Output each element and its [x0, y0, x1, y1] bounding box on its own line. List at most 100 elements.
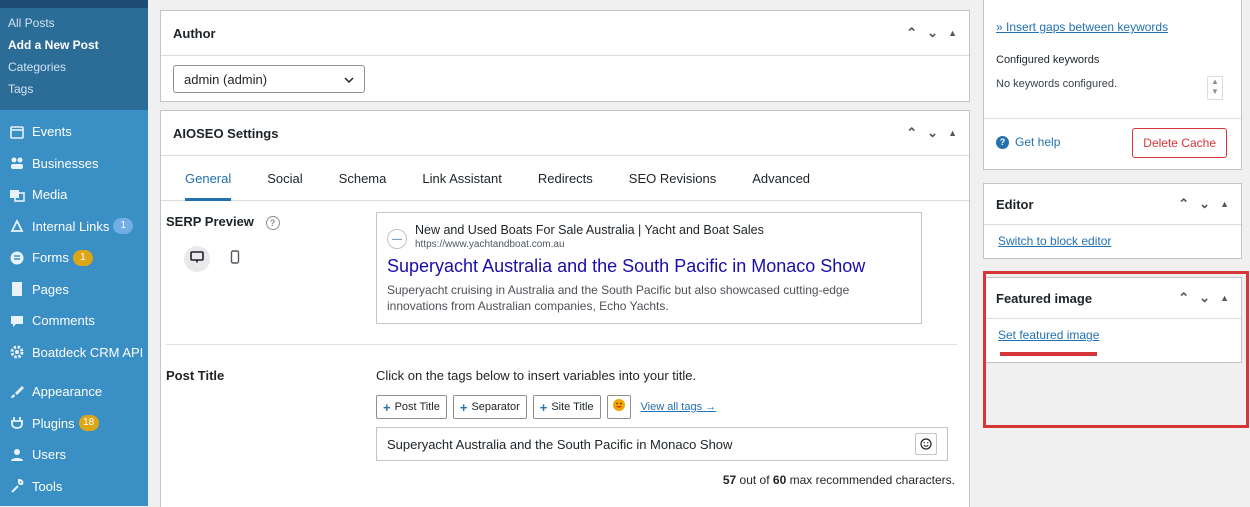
sidebar-item-label: Businesses [32, 155, 99, 171]
sidebar-item-boatdeck-crm-api[interactable]: Boatdeck CRM API [0, 337, 148, 369]
move-down-icon[interactable]: ⌄ [927, 125, 938, 141]
help-icon[interactable]: ? [265, 215, 280, 230]
collapse-toggle-icon[interactable]: ▲ [948, 128, 957, 138]
move-up-icon[interactable]: ⌃ [906, 125, 917, 141]
tab-advanced[interactable]: Advanced [740, 156, 834, 200]
businesses-icon [8, 154, 26, 172]
tag-button-label: Post Title [394, 401, 440, 413]
editor-panel: Editor ⌃ ⌄ ▲ Switch to block editor [983, 183, 1242, 259]
submenu-categories[interactable]: Categories [0, 56, 148, 78]
admin-sidebar: All Posts Add a New Post Categories Tags… [0, 0, 148, 506]
plugins-badge: 18 [78, 415, 99, 432]
aioseo-tabs: General Social Schema Link Assistant Red… [161, 156, 969, 201]
plugin-icon [8, 414, 26, 432]
post-title-input[interactable]: Superyacht Australia and the South Pacif… [376, 427, 948, 461]
sidebar-item-label: Internal Links [32, 218, 110, 234]
keywords-panel: » Insert gaps between keywords Configure… [983, 0, 1242, 170]
sidebar-item-label: Boatdeck CRM API [32, 344, 144, 360]
delete-cache-button[interactable]: Delete Cache [1132, 128, 1227, 158]
author-panel-title: Author [173, 25, 216, 41]
sidebar-item-label: Comments [32, 313, 95, 329]
configured-keywords-label: Configured keywords [996, 54, 1100, 66]
move-up-icon[interactable]: ⌃ [1178, 196, 1189, 212]
serp-site-url: https://www.yachtandboat.com.au [415, 239, 565, 250]
character-count: 57 out of 60 max recommended characters. [723, 473, 955, 487]
author-panel-controls: ⌃ ⌄ ▲ [906, 25, 957, 41]
sidebar-item-pages[interactable]: Pages [0, 274, 148, 306]
tab-schema[interactable]: Schema [327, 156, 411, 200]
collapse-toggle-icon[interactable]: ▲ [948, 28, 957, 38]
forms-icon [8, 249, 26, 267]
right-sidebar: » Insert gaps between keywords Configure… [983, 0, 1250, 506]
move-down-icon[interactable]: ⌄ [1199, 196, 1210, 212]
tab-general[interactable]: General [173, 156, 255, 201]
insert-site-title-tag-button[interactable]: + Site Title [532, 395, 601, 419]
tab-social[interactable]: Social [255, 156, 326, 200]
chevron-down-icon [344, 72, 354, 87]
char-count-current: 57 [722, 473, 737, 487]
sidebar-item-label: Forms [32, 250, 69, 266]
tag-button-label: Site Title [551, 401, 594, 413]
mobile-preview-button[interactable] [222, 246, 248, 272]
aioseo-panel-controls: ⌃ ⌄ ▲ [906, 125, 957, 141]
keywords-scroll-stepper[interactable]: ▲ ▼ [1207, 76, 1223, 100]
get-help-link[interactable]: ? Get help [996, 135, 1060, 149]
move-down-icon[interactable]: ⌄ [1199, 290, 1210, 306]
serp-description: Superyacht cruising in Australia and the… [387, 283, 850, 313]
sidebar-item-label: Pages [32, 281, 69, 297]
set-featured-image-link[interactable]: Set featured image [998, 328, 1099, 342]
sidebar-item-tools[interactable]: Tools [0, 471, 148, 503]
tab-redirects[interactable]: Redirects [526, 156, 617, 200]
sidebar-item-label: Appearance [32, 384, 103, 400]
tab-seo-revisions[interactable]: SEO Revisions [617, 156, 740, 200]
sidebar-item-plugins[interactable]: Plugins 18 [0, 408, 148, 440]
sidebar-item-events[interactable]: Events [0, 116, 148, 148]
sidebar-item-label: Tools [32, 478, 63, 494]
editor-panel-title: Editor [996, 196, 1034, 212]
tag-buttons-row: + Post Title + Separator + Site Title View … [376, 395, 716, 419]
panel-divider [984, 118, 1241, 119]
sidebar-item-label: Events [32, 124, 72, 140]
insert-gaps-link[interactable]: » Insert gaps between keywords [996, 20, 1168, 34]
aioseo-panel-header: AIOSEO Settings ⌃ ⌄ ▲ [161, 111, 969, 156]
emoji-picker-button[interactable] [606, 395, 631, 419]
sidebar-item-internal-links[interactable]: Internal Links 1 [0, 211, 148, 243]
plus-icon: + [383, 399, 391, 415]
sidebar-item-forms[interactable]: Forms 1 [0, 242, 148, 274]
sidebar-item-businesses[interactable]: Businesses [0, 148, 148, 180]
serp-title: Superyacht Australia and the South Pacif… [387, 256, 866, 276]
insert-post-title-tag-button[interactable]: + Post Title [376, 395, 447, 419]
char-count-max: 60 [772, 473, 787, 487]
editor-panel-header: Editor ⌃ ⌄ ▲ [984, 184, 1241, 225]
tab-link-assistant[interactable]: Link Assistant [410, 156, 526, 200]
move-up-icon[interactable]: ⌃ [1178, 290, 1189, 306]
sidebar-item-media[interactable]: Media [0, 179, 148, 211]
desktop-preview-button[interactable] [184, 246, 210, 272]
link-icon [8, 217, 26, 235]
collapse-toggle-icon[interactable]: ▲ [1220, 293, 1229, 303]
plus-icon: + [539, 399, 548, 415]
sidebar-item-users[interactable]: Users [0, 439, 148, 471]
move-down-icon[interactable]: ⌄ [927, 25, 938, 41]
author-select[interactable]: admin (admin) [173, 65, 365, 93]
featured-image-panel-title: Featured image [996, 290, 1093, 306]
submenu-tags[interactable]: Tags [0, 78, 148, 100]
section-divider [166, 344, 957, 345]
sidebar-item-appearance[interactable]: Appearance [0, 376, 148, 408]
switch-to-block-editor-link[interactable]: Switch to block editor [998, 234, 1111, 248]
calendar-icon [8, 123, 26, 141]
serp-preview-label-text: SERP Preview [166, 214, 254, 229]
insert-separator-tag-button[interactable]: + Separator [452, 395, 527, 419]
post-title-input-value: Superyacht Australia and the South Pacif… [387, 436, 733, 452]
sidebar-item-comments[interactable]: Comments [0, 305, 148, 337]
sidebar-item-label: Users [32, 447, 66, 463]
author-panel: Author ⌃ ⌄ ▲ admin (admin) [160, 10, 970, 102]
submenu-add-new-post[interactable]: Add a New Post [0, 34, 148, 56]
collapse-toggle-icon[interactable]: ▲ [1220, 199, 1229, 209]
view-all-tags-link[interactable]: View all tags → [641, 401, 717, 413]
submenu-all-posts[interactable]: All Posts [0, 12, 148, 34]
move-up-icon[interactable]: ⌃ [906, 25, 917, 41]
smile-icon[interactable] [915, 433, 937, 455]
serp-preview-card: — New and Used Boats For Sale Australia … [376, 212, 922, 324]
users-icon [8, 446, 26, 464]
